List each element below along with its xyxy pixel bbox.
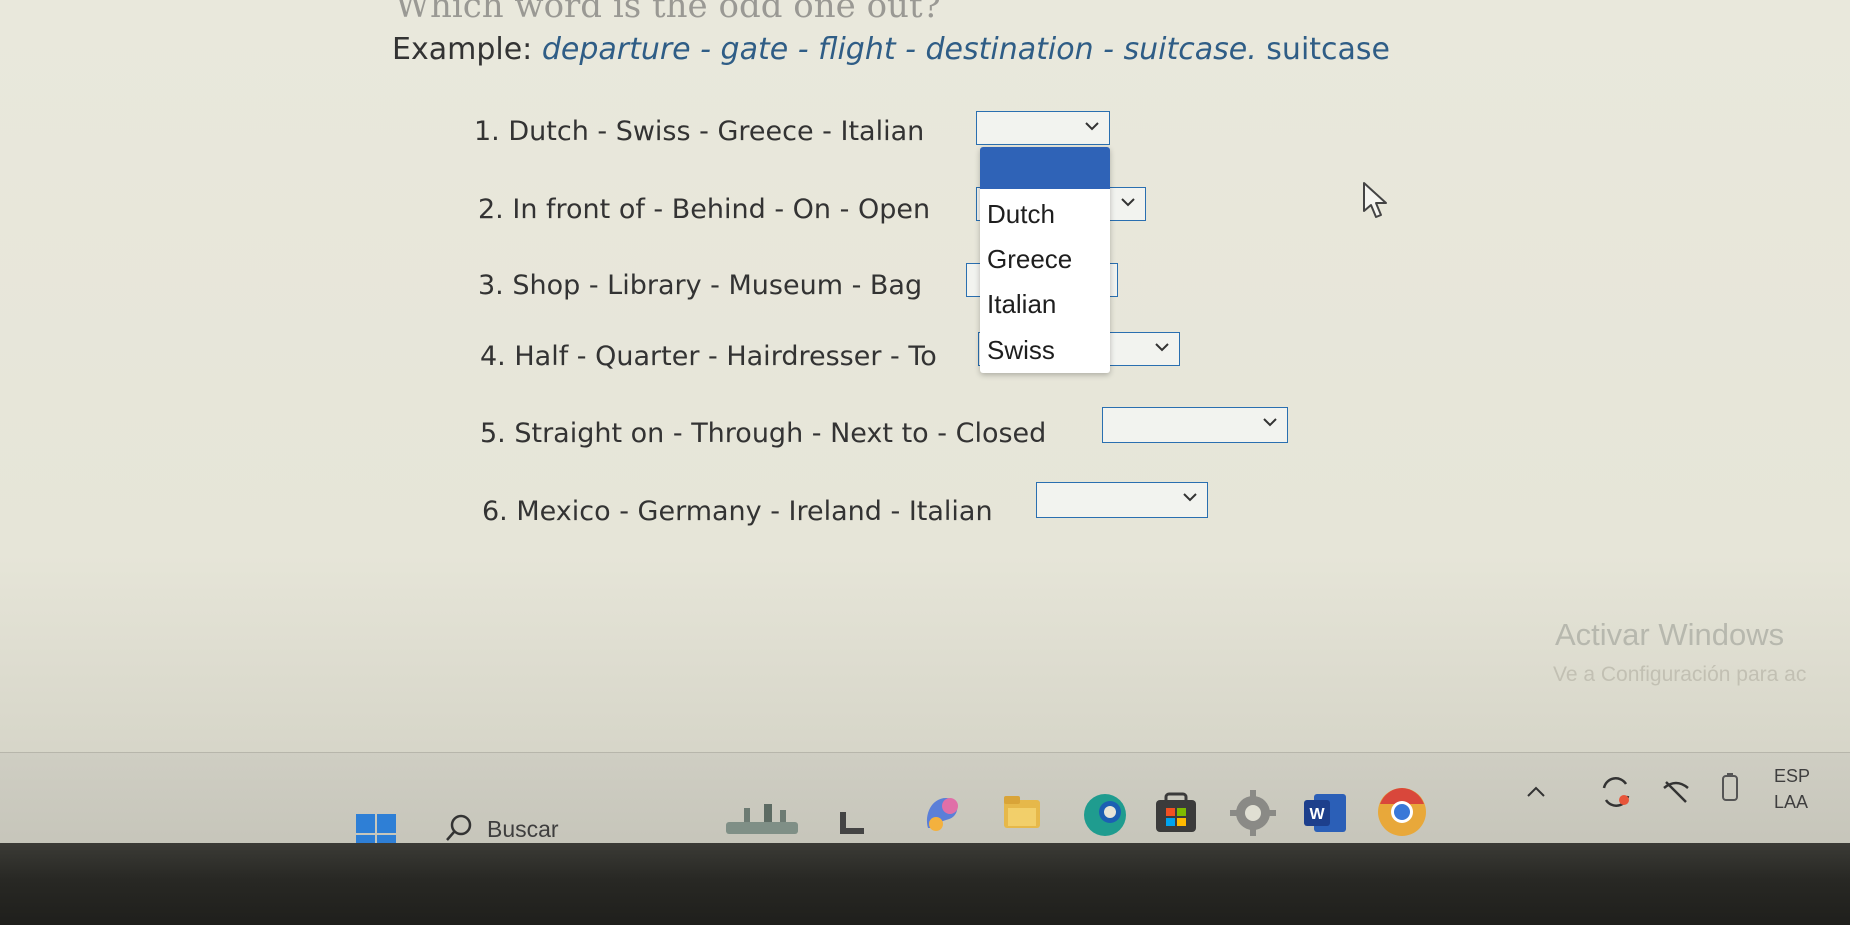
chrome-browser-icon[interactable] — [1374, 784, 1430, 840]
example-words: departure - gate - flight - destination … — [541, 32, 1257, 67]
question-number: 4. — [480, 341, 506, 372]
file-explorer-icon[interactable] — [1000, 790, 1044, 834]
chevron-down-icon — [1183, 493, 1197, 502]
dropdown-option-dutch[interactable]: Dutch — [987, 199, 1055, 230]
chevron-down-icon — [1121, 198, 1135, 207]
monitor-bezel — [0, 843, 1850, 925]
question-3: 3. Shop - Library - Museum - Bag — [478, 270, 922, 301]
language-indicator[interactable]: ESP — [1774, 766, 1810, 787]
search-icon[interactable] — [444, 813, 474, 843]
page-heading-partial: Which word is the odd one out? — [395, 0, 941, 26]
battery-icon[interactable] — [1718, 772, 1742, 806]
question-text: In front of - Behind - On - Open — [512, 194, 931, 225]
question-text: Mexico - Germany - Ireland - Italian — [516, 496, 993, 527]
keyboard-layout-indicator[interactable]: LAA — [1774, 792, 1808, 813]
question-text: Half - Quarter - Hairdresser - To — [514, 341, 937, 372]
question-5: 5. Straight on - Through - Next to - Clo… — [480, 418, 1046, 449]
question-1: 1. Dutch - Swiss - Greece - Italian — [474, 116, 924, 147]
question-number: 2. — [478, 194, 504, 225]
task-view-icon[interactable] — [838, 808, 868, 838]
sync-icon[interactable] — [1598, 774, 1634, 810]
chevron-down-icon — [1085, 122, 1099, 131]
word-app-icon[interactable]: W — [1300, 788, 1350, 838]
tray-chevron-up-icon[interactable] — [1524, 784, 1548, 800]
dropdown-option-greece[interactable]: Greece — [987, 244, 1072, 275]
activate-windows-subtitle: Ve a Configuración para ac — [1553, 663, 1807, 686]
store-icon[interactable] — [1152, 790, 1200, 838]
edge-browser-icon[interactable] — [1080, 790, 1130, 840]
example-answer: suitcase — [1266, 32, 1391, 67]
example-prefix: Example: — [392, 32, 533, 67]
question-2: 2. In front of - Behind - On - Open — [478, 194, 930, 225]
question-text: Straight on - Through - Next to - Closed — [514, 418, 1047, 449]
svg-text:W: W — [1309, 806, 1325, 823]
copilot-icon[interactable] — [918, 790, 966, 838]
question-text: Dutch - Swiss - Greece - Italian — [508, 116, 925, 147]
question-6: 6. Mexico - Germany - Ireland - Italian — [482, 496, 993, 527]
answer-select-1[interactable] — [976, 111, 1110, 145]
answer-dropdown-menu: Dutch Greece Italian Swiss — [980, 147, 1110, 373]
question-number: 3. — [478, 270, 504, 301]
example-line: Example: departure - gate - flight - des… — [392, 32, 1390, 67]
dropdown-option-empty[interactable] — [980, 147, 1110, 189]
dropdown-option-italian[interactable]: Italian — [987, 289, 1056, 320]
dropdown-option-swiss[interactable]: Swiss — [987, 335, 1055, 366]
chevron-down-icon — [1155, 343, 1169, 352]
question-number: 5. — [480, 418, 506, 449]
question-number: 1. — [474, 116, 500, 147]
widgets-weather-icon[interactable] — [724, 800, 802, 840]
network-disconnected-icon[interactable] — [1660, 776, 1692, 808]
taskbar-search-input[interactable]: Buscar — [487, 816, 559, 843]
question-text: Shop - Library - Museum - Bag — [512, 270, 923, 301]
mouse-cursor-icon — [1363, 182, 1387, 218]
question-number: 6. — [482, 496, 508, 527]
chevron-down-icon — [1263, 418, 1277, 427]
answer-select-5[interactable] — [1102, 407, 1288, 443]
answer-select-6[interactable] — [1036, 482, 1208, 518]
question-4: 4. Half - Quarter - Hairdresser - To — [480, 341, 937, 372]
activate-windows-watermark: Activar Windows — [1555, 617, 1785, 652]
settings-gear-icon[interactable] — [1228, 788, 1278, 838]
